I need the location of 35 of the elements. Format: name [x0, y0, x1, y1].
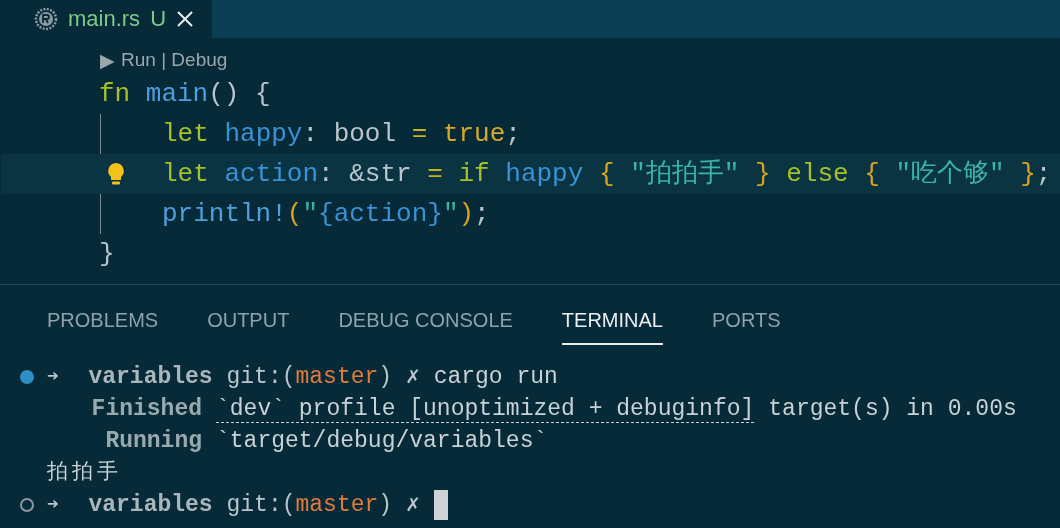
status-label: Finished: [90, 395, 202, 424]
close-icon[interactable]: [176, 10, 194, 28]
code-line: }: [99, 238, 115, 271]
code-line: println!("{action}");: [162, 198, 490, 231]
git-branch: git:(master): [226, 491, 393, 520]
code-line: let action: &str = if happy { "拍拍手" } else { "吃个够" };: [162, 158, 1052, 191]
dirty-mark: ✗: [405, 491, 420, 520]
output-text: target(s) in 0.00s: [768, 395, 1017, 424]
command-text: cargo run: [433, 363, 558, 392]
panel-tab[interactable]: DEBUG CONSOLE: [338, 309, 513, 345]
code-line: fn main() {: [99, 78, 271, 111]
panel-tab[interactable]: TERMINAL: [561, 309, 663, 345]
dirty-mark: ✗: [405, 363, 420, 392]
code-lens-link[interactable]: Run | Debug: [121, 49, 228, 71]
lightbulb-icon[interactable]: [106, 162, 126, 186]
status-label: Running: [104, 427, 202, 456]
panel-tab[interactable]: PROBLEMS: [47, 309, 159, 345]
git-status-letter: U: [150, 6, 166, 32]
directory-name: variables: [88, 491, 213, 520]
output-text: 拍拍手: [47, 459, 122, 486]
status-dot[interactable]: [20, 498, 34, 512]
status-dot[interactable]: [20, 370, 34, 384]
directory-name: variables: [88, 363, 213, 392]
rust-file-icon: [34, 7, 58, 31]
code-line: let happy: bool = true;: [162, 118, 521, 151]
terminal-link[interactable]: `dev` profile [unoptimized + debuginfo]: [216, 395, 755, 423]
output-text: `target/debug/variables`: [216, 427, 548, 456]
panel-tab[interactable]: PORTS: [712, 309, 781, 345]
tab-title: main.rs: [68, 6, 141, 32]
git-branch: git:(master): [226, 363, 393, 392]
prompt-arrow: ➜: [47, 493, 59, 518]
panel-tab[interactable]: OUTPUT: [207, 309, 290, 345]
run-icon[interactable]: ▶: [100, 48, 115, 72]
editor-tab[interactable]: main.rs U: [0, 0, 212, 38]
prompt-arrow: ➜: [47, 365, 59, 390]
